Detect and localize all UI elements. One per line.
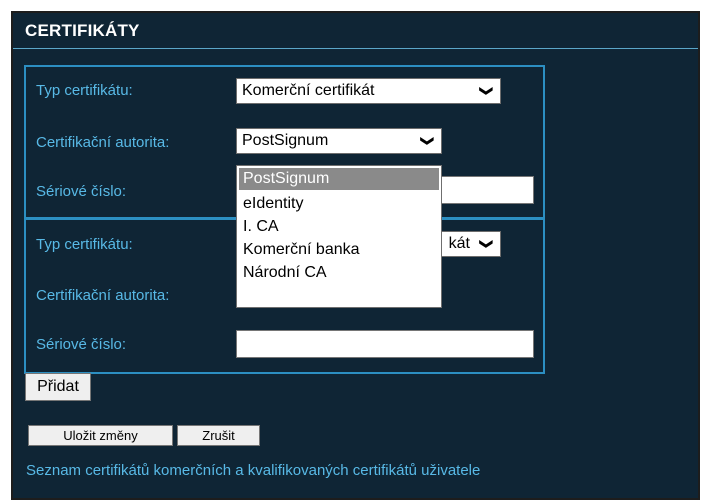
authority-value-1: PostSignum	[242, 132, 329, 149]
serial-label-1: Sériové číslo:	[36, 183, 127, 200]
cancel-button[interactable]: Zrušit	[177, 425, 260, 446]
dropdown-option-postsignum[interactable]: PostSignum	[239, 168, 439, 190]
serial-label-2: Sériové číslo:	[36, 336, 127, 353]
authority-label-1: Certifikační autorita:	[36, 134, 170, 151]
cert-type-label-2: Typ certifikátu:	[36, 236, 133, 253]
serial-input-2[interactable]	[236, 330, 534, 358]
dropdown-option-ica[interactable]: I. CA	[237, 215, 441, 238]
dropdown-option-narodni-ca[interactable]: Národní CA	[237, 261, 441, 284]
cert-type-value-1: Komerční certifikát	[242, 82, 375, 99]
dropdown-option-eidentity[interactable]: eIdentity	[237, 192, 441, 215]
chevron-down-icon: ❯	[479, 85, 495, 97]
cert-type-label-1: Typ certifikátu:	[36, 82, 133, 99]
authority-label-2: Certifikační autorita:	[36, 287, 170, 304]
chevron-down-icon: ❯	[420, 135, 436, 147]
certificates-list-link[interactable]: Seznam certifikátů komerčních a kvalifik…	[26, 462, 480, 479]
save-changes-button[interactable]: Uložit změny	[28, 425, 173, 446]
authority-select-1[interactable]: PostSignum ❯	[236, 128, 442, 154]
dropdown-option-komercni-banka[interactable]: Komerční banka	[237, 238, 441, 261]
chevron-down-icon: ❯	[479, 238, 495, 250]
cert-type-select-1[interactable]: Komerční certifikát ❯	[236, 78, 501, 104]
panel-title: CERTIFIKÁTY	[13, 13, 698, 49]
add-button[interactable]: Přidat	[25, 373, 91, 401]
authority-dropdown-list: PostSignum eIdentity I. CA Komerční bank…	[236, 165, 442, 308]
cert-type-value-2: kát	[448, 235, 470, 252]
